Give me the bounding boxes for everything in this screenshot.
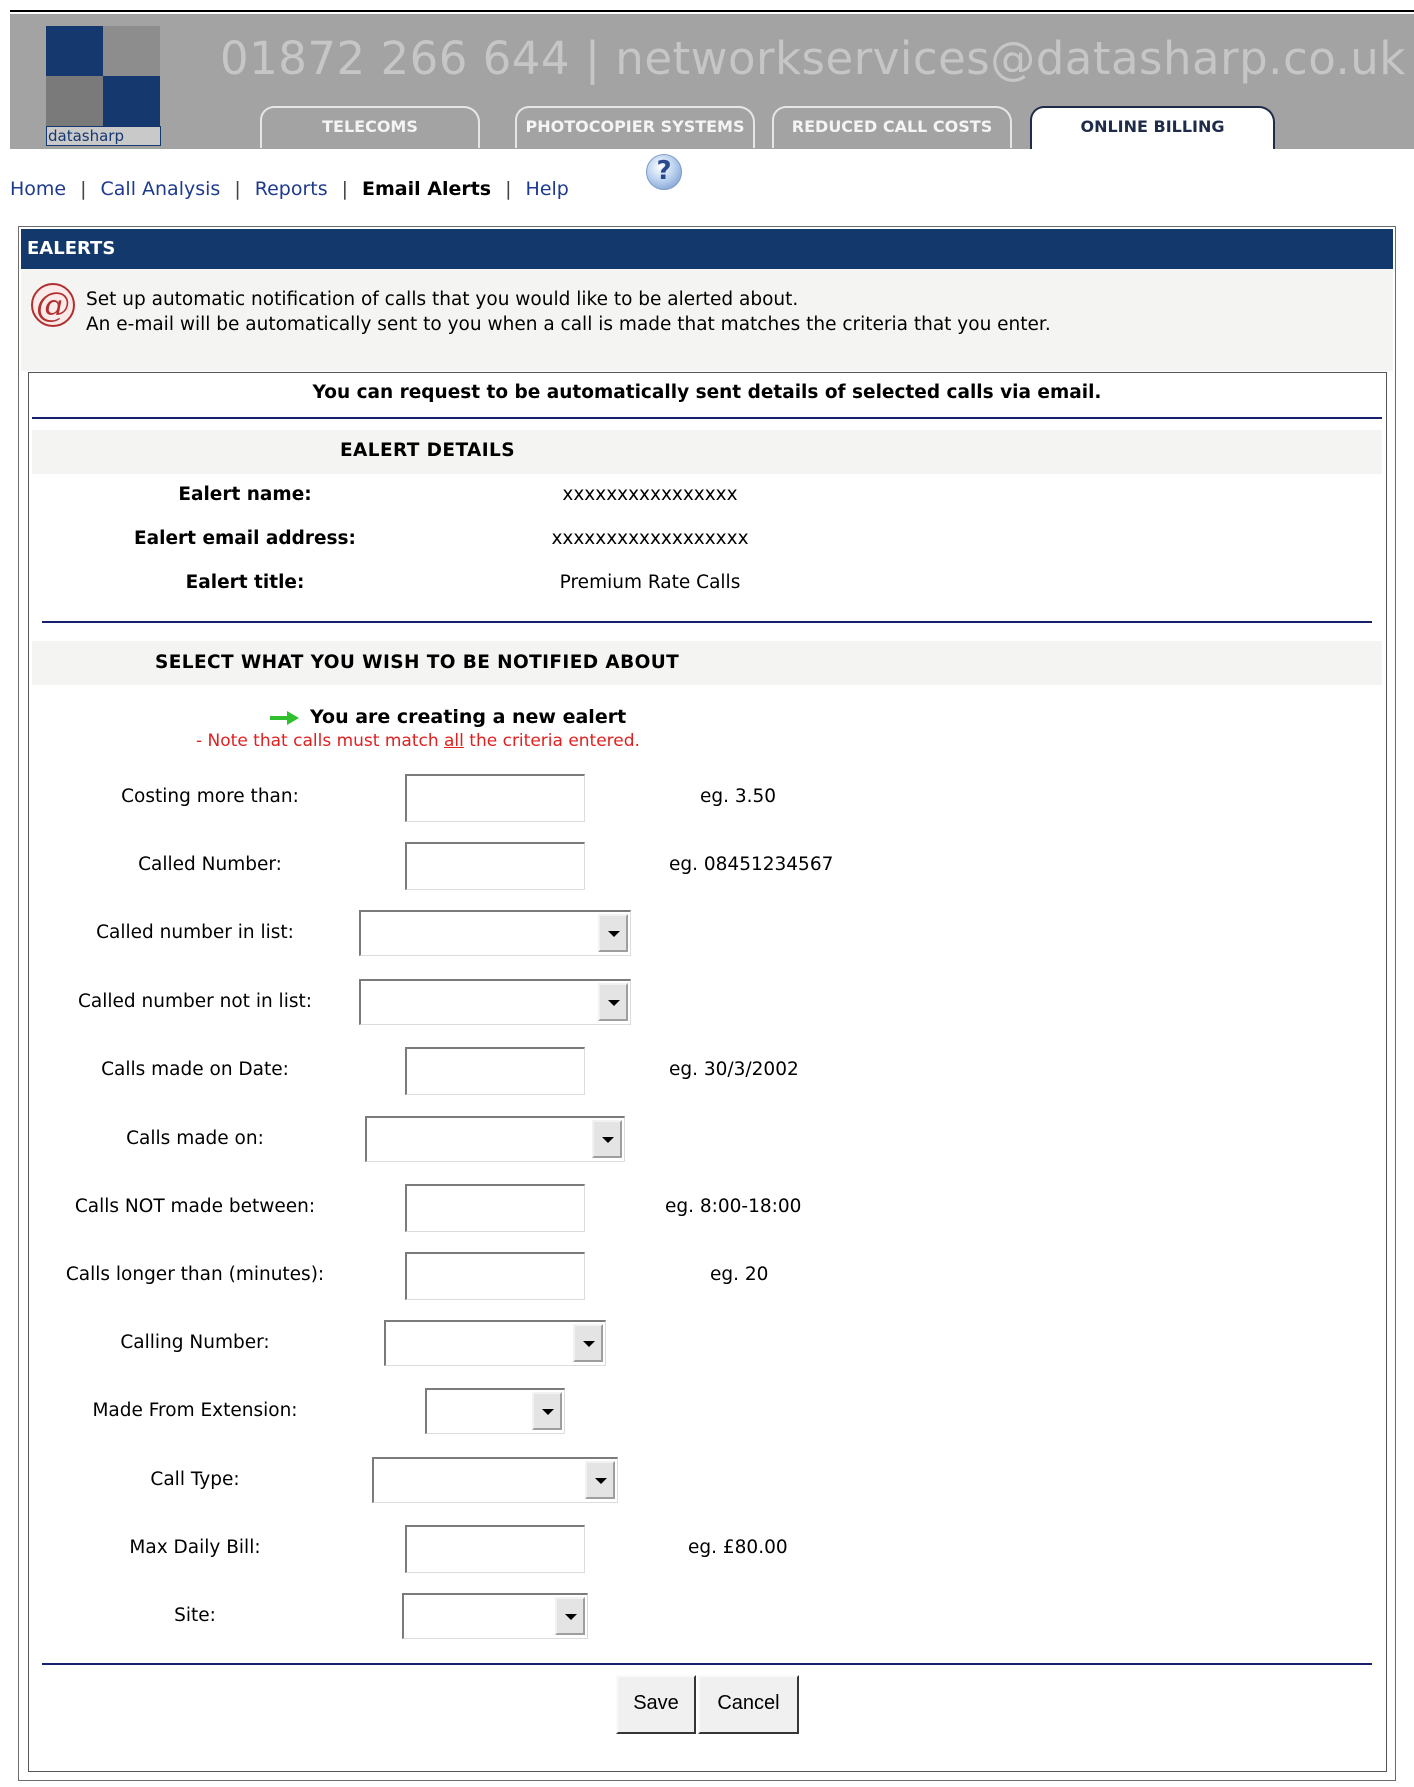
nav-reports[interactable]: Reports xyxy=(255,178,328,200)
calls-made-on-date-hint: eg. 30/3/2002 xyxy=(669,1059,799,1080)
dropdown-arrow-icon[interactable] xyxy=(598,983,628,1021)
creating-text: You are creating a new ealert xyxy=(310,706,627,728)
nav-separator: | xyxy=(341,178,349,200)
called-number-not-in-list-label: Called number not in list: xyxy=(78,991,312,1012)
ealert-title-value: Premium Rate Calls xyxy=(559,572,741,593)
green-arrow-icon xyxy=(270,710,300,725)
dropdown-arrow-icon[interactable] xyxy=(555,1597,585,1635)
tab-reduced-call-costs[interactable]: REDUCED CALL COSTS xyxy=(772,106,1012,148)
ealert-title-label: Ealert title: xyxy=(185,572,305,593)
logo-wordmark: datasharp xyxy=(46,126,161,146)
nav-home[interactable]: Home xyxy=(10,178,66,200)
calls-made-on-date-label: Calls made on Date: xyxy=(101,1059,289,1080)
ealert-email-label: Ealert email address: xyxy=(134,528,356,549)
calls-not-made-between-label: Calls NOT made between: xyxy=(74,1196,316,1217)
call-type-label: Call Type: xyxy=(150,1469,240,1490)
at-sign-icon: @ xyxy=(31,283,75,327)
called-number-in-list-label: Called number in list: xyxy=(96,922,294,943)
top-border-line xyxy=(10,10,1414,12)
logo-square xyxy=(46,26,103,76)
divider xyxy=(42,1663,1372,1665)
calls-longer-than-input[interactable] xyxy=(405,1252,585,1300)
logo-square xyxy=(46,76,103,126)
tab-telecoms[interactable]: TELECOMS xyxy=(260,106,480,148)
logo-square xyxy=(103,26,160,76)
notify-heading: SELECT WHAT YOU WISH TO BE NOTIFIED ABOU… xyxy=(155,652,680,673)
max-daily-bill-hint: eg. £80.00 xyxy=(688,1537,788,1558)
note-emphasis: all xyxy=(444,731,464,751)
dropdown-arrow-icon[interactable] xyxy=(585,1461,615,1499)
dropdown-arrow-icon[interactable] xyxy=(532,1392,562,1430)
divider xyxy=(32,417,1382,419)
calls-not-made-between-hint: eg. 8:00-18:00 xyxy=(665,1196,802,1217)
divider xyxy=(42,621,1372,623)
panel-title: EALERTS xyxy=(21,229,1393,269)
details-heading: EALERT DETAILS xyxy=(340,440,515,461)
dropdown-arrow-icon[interactable] xyxy=(598,914,628,952)
tab-online-billing[interactable]: ONLINE BILLING xyxy=(1030,106,1275,149)
ealert-email-value: xxxxxxxxxxxxxxxxxx xyxy=(551,528,749,549)
nav-call-analysis[interactable]: Call Analysis xyxy=(101,178,221,200)
called-number-in-list-select[interactable] xyxy=(359,910,631,956)
nav-help[interactable]: Help xyxy=(526,178,569,200)
header-banner: datasharp 01872 266 644 | networkservice… xyxy=(10,14,1414,149)
criteria-note: - Note that calls must match all the cri… xyxy=(196,731,640,751)
max-daily-bill-label: Max Daily Bill: xyxy=(129,1537,261,1558)
calls-made-on-label: Calls made on: xyxy=(126,1128,264,1149)
logo-square xyxy=(103,76,160,126)
max-daily-bill-input[interactable] xyxy=(405,1525,585,1573)
calls-longer-than-hint: eg. 20 xyxy=(710,1264,769,1285)
costing-more-than-label: Costing more than: xyxy=(121,786,299,807)
details-heading-band xyxy=(32,430,1382,474)
note-suffix: the criteria entered. xyxy=(463,731,640,751)
request-text: You can request to be automatically sent… xyxy=(312,382,1102,403)
nav-separator: | xyxy=(505,178,512,200)
datasharp-logo[interactable]: datasharp xyxy=(46,26,161,146)
call-type-select[interactable] xyxy=(372,1457,618,1503)
contact-details: 01872 266 644 | networkservices@datashar… xyxy=(220,32,1406,85)
called-number-not-in-list-select[interactable] xyxy=(359,979,631,1025)
svg-text:@: @ xyxy=(36,285,70,325)
site-label: Site: xyxy=(174,1605,216,1626)
ealert-name-label: Ealert name: xyxy=(178,484,312,505)
called-number-input[interactable] xyxy=(405,842,585,890)
creating-status: You are creating a new ealert xyxy=(270,706,626,728)
nav-email-alerts[interactable]: Email Alerts xyxy=(362,178,491,200)
save-button[interactable]: Save xyxy=(616,1675,696,1734)
nav-separator: | xyxy=(80,178,87,200)
ealert-name-value: xxxxxxxxxxxxxxxx xyxy=(562,484,738,505)
called-number-hint: eg. 08451234567 xyxy=(669,854,834,875)
main-nav: Home | Call Analysis | Reports | Email Alerts |… xyxy=(10,178,569,200)
costing-more-than-hint: eg. 3.50 xyxy=(700,786,777,807)
calls-not-made-between-input[interactable] xyxy=(405,1184,585,1232)
intro-line-1: Set up automatic notification of calls t… xyxy=(86,289,799,310)
intro-line-2: An e-mail will be automatically sent to … xyxy=(86,314,1051,335)
site-select[interactable] xyxy=(402,1593,588,1639)
calls-longer-than-label: Calls longer than (minutes): xyxy=(65,1264,325,1285)
help-question-icon[interactable]: ? xyxy=(646,154,682,190)
called-number-label: Called Number: xyxy=(138,854,282,875)
dropdown-arrow-icon[interactable] xyxy=(573,1324,603,1362)
costing-more-than-input[interactable] xyxy=(405,774,585,822)
intro-text: Set up automatic notification of calls t… xyxy=(86,287,1051,337)
calling-number-select[interactable] xyxy=(384,1320,606,1366)
calls-made-on-select[interactable] xyxy=(365,1116,625,1162)
calling-number-label: Calling Number: xyxy=(120,1332,270,1353)
cancel-button[interactable]: Cancel xyxy=(698,1675,799,1734)
nav-separator: | xyxy=(234,178,241,200)
note-prefix: - Note that calls must match xyxy=(196,731,445,751)
made-from-extension-select[interactable] xyxy=(425,1388,565,1434)
calls-made-on-date-input[interactable] xyxy=(405,1047,585,1095)
made-from-extension-label: Made From Extension: xyxy=(92,1400,298,1421)
dropdown-arrow-icon[interactable] xyxy=(592,1120,622,1158)
tab-photocopier-systems[interactable]: PHOTOCOPIER SYSTEMS xyxy=(515,106,755,148)
